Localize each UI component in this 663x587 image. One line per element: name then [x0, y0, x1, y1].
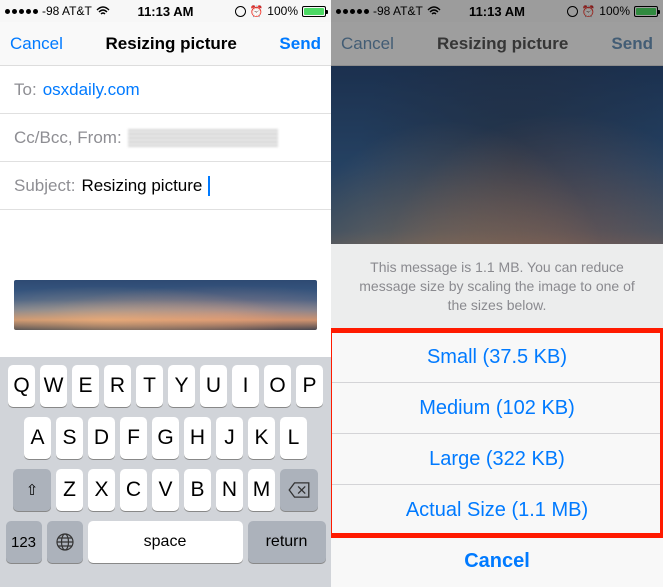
- key-o[interactable]: O: [264, 365, 291, 407]
- rotation-lock-icon: [235, 6, 246, 17]
- status-bar: -98 AT&T 11:13 AM ⏰ 100%: [331, 0, 663, 22]
- key-y[interactable]: Y: [168, 365, 195, 407]
- return-key[interactable]: return: [248, 521, 326, 563]
- resize-option-medium[interactable]: Medium (102 KB): [331, 383, 663, 434]
- resize-option-actual[interactable]: Actual Size (1.1 MB): [331, 485, 663, 536]
- backspace-icon: [288, 482, 310, 498]
- resize-option-large[interactable]: Large (322 KB): [331, 434, 663, 485]
- signal-icon: [336, 9, 369, 14]
- key-z[interactable]: Z: [56, 469, 83, 511]
- from-value-redacted: [128, 129, 278, 147]
- clock-label: 11:13 AM: [469, 4, 525, 19]
- cancel-button[interactable]: Cancel: [10, 34, 63, 54]
- to-field[interactable]: To: osxdaily.com: [0, 66, 331, 114]
- key-s[interactable]: S: [56, 417, 83, 459]
- key-c[interactable]: C: [120, 469, 147, 511]
- key-f[interactable]: F: [120, 417, 147, 459]
- resize-option-small[interactable]: Small (37.5 KB): [331, 332, 663, 383]
- resize-sheet-screen: -98 AT&T 11:13 AM ⏰ 100% Cancel Resizing…: [331, 0, 663, 587]
- key-x[interactable]: X: [88, 469, 115, 511]
- battery-icon: [302, 6, 326, 17]
- key-h[interactable]: H: [184, 417, 211, 459]
- space-key[interactable]: space: [88, 521, 243, 563]
- key-b[interactable]: B: [184, 469, 211, 511]
- keyboard: QWERTYUIOP ASDFGHJKL ⇧ ZXCVBNM 123 space…: [0, 357, 331, 587]
- sheet-message: This message is 1.1 MB. You can reduce m…: [331, 244, 663, 332]
- key-r[interactable]: R: [104, 365, 131, 407]
- shift-key[interactable]: ⇧: [13, 469, 51, 511]
- subject-label: Subject:: [14, 176, 75, 196]
- send-button: Send: [611, 34, 653, 54]
- signal-icon: [5, 9, 38, 14]
- status-bar: -98 AT&T 11:13 AM ⏰ 100%: [0, 0, 331, 22]
- subject-field[interactable]: Subject: Resizing picture: [0, 162, 331, 210]
- clock-label: 11:13 AM: [138, 4, 194, 19]
- send-button[interactable]: Send: [279, 34, 321, 54]
- key-a[interactable]: A: [24, 417, 51, 459]
- key-j[interactable]: J: [216, 417, 243, 459]
- wifi-icon: [427, 6, 441, 16]
- nav-title: Resizing picture: [106, 34, 237, 54]
- globe-icon: [55, 532, 75, 552]
- delete-key[interactable]: [280, 469, 318, 511]
- battery-pct: 100%: [267, 4, 298, 18]
- wifi-icon: [96, 6, 110, 16]
- compose-body[interactable]: [0, 210, 331, 280]
- ccbcc-label: Cc/Bcc, From:: [14, 128, 122, 148]
- alarm-icon: ⏰: [582, 5, 596, 18]
- battery-pct: 100%: [599, 4, 630, 18]
- key-q[interactable]: Q: [8, 365, 35, 407]
- cancel-button: Cancel: [341, 34, 394, 54]
- key-w[interactable]: W: [40, 365, 67, 407]
- battery-icon: [634, 6, 658, 17]
- rotation-lock-icon: [567, 6, 578, 17]
- key-v[interactable]: V: [152, 469, 179, 511]
- key-e[interactable]: E: [72, 365, 99, 407]
- key-n[interactable]: N: [216, 469, 243, 511]
- globe-key[interactable]: [47, 521, 83, 563]
- to-label: To:: [14, 80, 37, 100]
- key-i[interactable]: I: [232, 365, 259, 407]
- sheet-cancel-button[interactable]: Cancel: [331, 536, 663, 587]
- key-t[interactable]: T: [136, 365, 163, 407]
- key-g[interactable]: G: [152, 417, 179, 459]
- key-l[interactable]: L: [280, 417, 307, 459]
- carrier-label: -98 AT&T: [373, 4, 423, 18]
- ccbcc-field[interactable]: Cc/Bcc, From:: [0, 114, 331, 162]
- nav-bar: Cancel Resizing picture Send: [0, 22, 331, 66]
- key-k[interactable]: K: [248, 417, 275, 459]
- numbers-key[interactable]: 123: [6, 521, 42, 563]
- attached-image-preview[interactable]: [14, 280, 317, 330]
- resize-action-sheet: This message is 1.1 MB. You can reduce m…: [331, 244, 663, 587]
- text-cursor: [208, 176, 210, 196]
- key-p[interactable]: P: [296, 365, 323, 407]
- carrier-label: -98 AT&T: [42, 4, 92, 18]
- subject-value: Resizing picture: [81, 176, 202, 196]
- nav-bar: Cancel Resizing picture Send: [331, 22, 663, 66]
- nav-title: Resizing picture: [437, 34, 568, 54]
- key-m[interactable]: M: [248, 469, 275, 511]
- compose-screen: -98 AT&T 11:13 AM ⏰ 100% Cancel Resizing…: [0, 0, 331, 587]
- key-u[interactable]: U: [200, 365, 227, 407]
- to-value: osxdaily.com: [43, 80, 140, 100]
- alarm-icon: ⏰: [250, 5, 264, 18]
- key-d[interactable]: D: [88, 417, 115, 459]
